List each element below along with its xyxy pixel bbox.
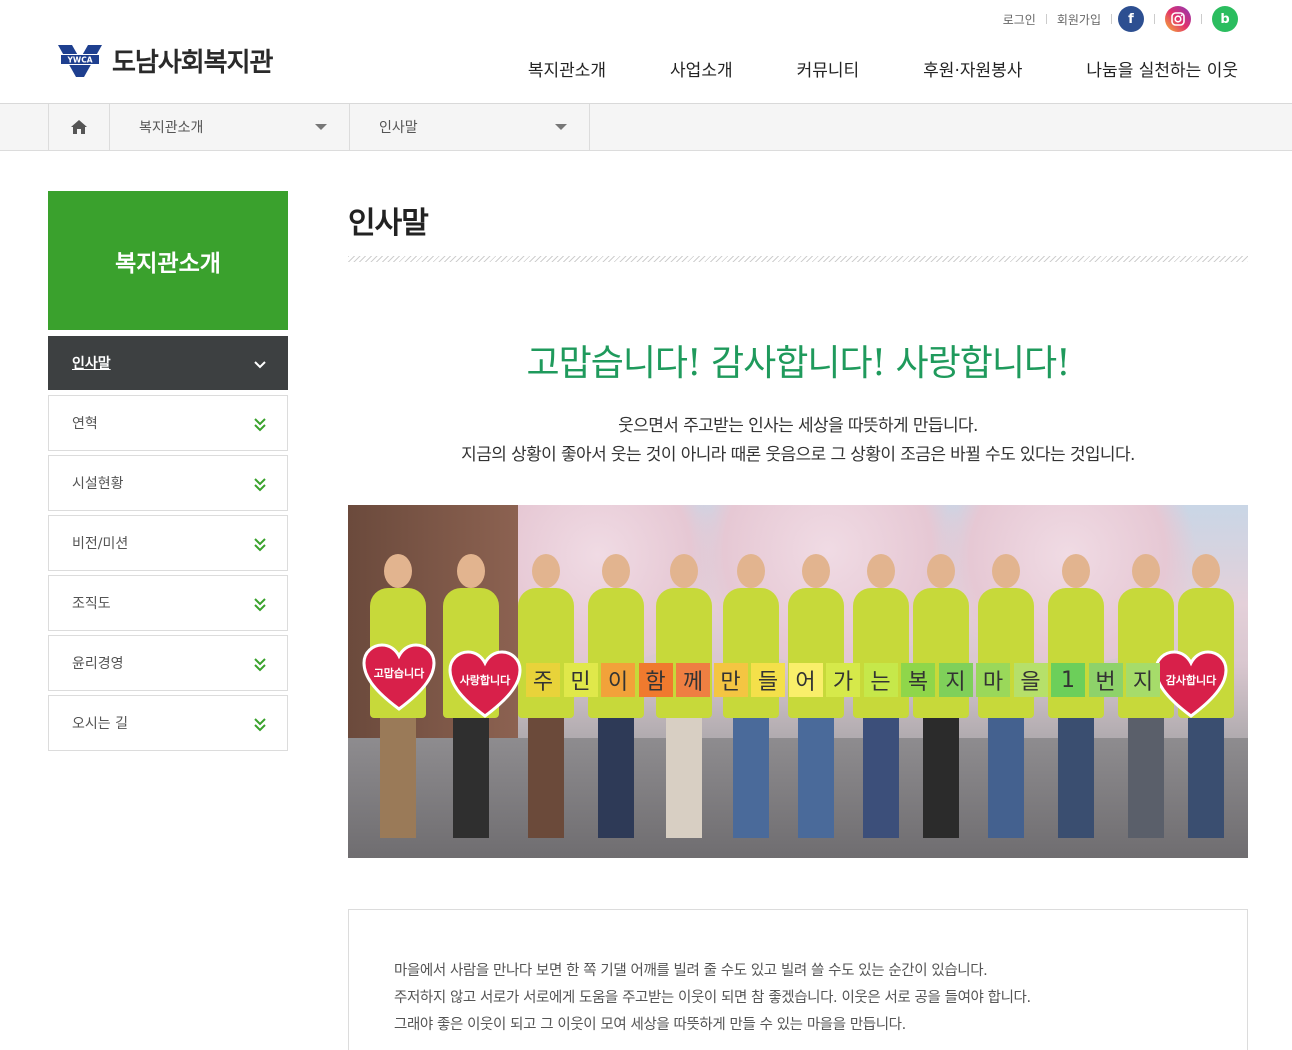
breadcrumb-level1-select[interactable]: 복지관소개 xyxy=(110,104,350,150)
join-link[interactable]: 회원가입 xyxy=(1047,11,1111,28)
staff-member xyxy=(853,554,909,838)
letter-card: 1 xyxy=(1051,663,1085,697)
nav-programs[interactable]: 사업소개 xyxy=(670,56,733,81)
sidebar-item-label: 오시는 길 xyxy=(72,716,128,732)
logo-mark-text: YWCA xyxy=(66,55,92,64)
login-link[interactable]: 로그인 xyxy=(993,11,1046,28)
page-title: 인사말 xyxy=(348,206,429,241)
double-chevron-down-icon xyxy=(254,538,266,552)
double-chevron-down-icon xyxy=(254,478,266,492)
site-name: 도남사회복지관 xyxy=(112,48,273,78)
home-icon[interactable] xyxy=(48,104,110,150)
heart-sign-right: 감사합니다 xyxy=(1154,650,1228,718)
staff-member xyxy=(588,554,644,838)
sidebar-item-vision[interactable]: 비전/미션 xyxy=(48,515,288,571)
sidebar-item-label: 비전/미션 xyxy=(72,536,129,552)
sidebar-item-greeting[interactable]: 인사말 xyxy=(48,336,288,390)
staff-member xyxy=(656,554,712,838)
svg-text:사랑합니다: 사랑합니다 xyxy=(460,673,511,687)
letter-card: 복 xyxy=(901,663,935,697)
divider xyxy=(1111,14,1112,24)
ywca-logo-icon: YWCA xyxy=(58,43,102,79)
nav-neighbors[interactable]: 나눔을 실천하는 이웃 xyxy=(1086,56,1238,81)
sidebar-item-facilities[interactable]: 시설현황 xyxy=(48,455,288,511)
sidebar-item-history[interactable]: 연혁 xyxy=(48,395,288,451)
double-chevron-down-icon xyxy=(254,718,266,732)
nav-about[interactable]: 복지관소개 xyxy=(528,56,606,81)
staff-member xyxy=(518,554,574,838)
letter-card: 어 xyxy=(788,663,823,697)
sidebar-item-directions[interactable]: 오시는 길 xyxy=(48,695,288,751)
staff-member xyxy=(788,554,844,838)
breadcrumb: 복지관소개 인사말 xyxy=(0,104,1292,151)
letter-card: 을 xyxy=(1013,663,1048,697)
sidebar-item-label: 조직도 xyxy=(72,596,111,612)
sidebar-item-label: 연혁 xyxy=(72,416,98,432)
sidebar-item-label: 시설현황 xyxy=(72,476,124,492)
greeting-subtitle-1: 웃으면서 주고받는 인사는 세상을 따뜻하게 만듭니다. xyxy=(618,416,978,436)
chevron-down-icon xyxy=(555,124,567,130)
letter-card: 주 xyxy=(526,663,560,697)
message-line-3: 그래야 좋은 이웃이 되고 그 이웃이 모여 세상을 따뜻하게 만들 수 있는 … xyxy=(394,1017,906,1033)
nav-support[interactable]: 후원·자원봉사 xyxy=(923,56,1022,81)
letter-card: 함 xyxy=(638,663,673,697)
staff-member xyxy=(723,554,779,838)
staff-member xyxy=(913,554,969,838)
letter-card: 께 xyxy=(676,663,710,697)
message-line-1: 마을에서 사람을 만나다 보면 한 쪽 기댈 어깨를 빌려 줄 수도 있고 빌려… xyxy=(394,963,988,979)
letter-card: 가 xyxy=(826,663,860,697)
staff-member xyxy=(978,554,1034,838)
greeting-subtitle-2: 지금의 상황이 좋아서 웃는 것이 아니라 때론 웃음으로 그 상황이 조금은 … xyxy=(461,445,1135,465)
staff-member xyxy=(370,554,426,838)
sidebar-item-label: 인사말 xyxy=(72,356,111,372)
greeting-headline: 고맙습니다! 감사합니다! 사랑합니다! xyxy=(526,343,1070,384)
letter-card: 이 xyxy=(601,663,635,697)
divider xyxy=(1201,14,1202,24)
heart-sign-left-2: 사랑합니다 xyxy=(448,650,522,718)
letter-card: 마 xyxy=(976,663,1010,697)
instagram-icon[interactable] xyxy=(1165,6,1191,32)
chevron-down-icon xyxy=(315,124,327,130)
sidebar-item-label: 윤리경영 xyxy=(72,656,124,672)
message-line-2: 주저하지 않고 서로가 서로에게 도움을 주고받는 이웃이 되면 참 좋겠습니다… xyxy=(394,990,1031,1006)
chevron-down-icon xyxy=(254,361,266,369)
site-logo[interactable]: YWCA 도남사회복지관 xyxy=(58,42,273,79)
double-chevron-down-icon xyxy=(254,598,266,612)
sidebar-title: 복지관소개 xyxy=(48,191,288,330)
svg-text:고맙습니다: 고맙습니다 xyxy=(374,666,425,680)
breadcrumb-level2-label: 인사말 xyxy=(379,120,418,136)
letter-card: 번 xyxy=(1088,663,1123,697)
divider xyxy=(1154,14,1155,24)
svg-text:감사합니다: 감사합니다 xyxy=(1166,673,1217,687)
heart-sign-left-1: 고맙습니다 xyxy=(362,643,436,711)
letter-card: 지 xyxy=(1126,663,1160,697)
site-header: YWCA 도남사회복지관 로그인 회원가입 f b 복지관소개 사업소개 커뮤니… xyxy=(0,0,1292,104)
breadcrumb-level1-label: 복지관소개 xyxy=(139,120,204,136)
double-chevron-down-icon xyxy=(254,418,266,432)
letter-card: 는 xyxy=(863,663,898,697)
breadcrumb-level2-select[interactable]: 인사말 xyxy=(350,104,590,150)
letter-card: 들 xyxy=(751,663,785,697)
staff-group-photo: 고맙습니다 사랑합니다 감사합니다 주민이함께만들어가는복지마을1번지 xyxy=(348,505,1248,858)
greeting-message-box: 마을에서 사람을 만나다 보면 한 쪽 기댈 어깨를 빌려 줄 수도 있고 빌려… xyxy=(348,909,1248,1050)
sidebar-item-ethics[interactable]: 윤리경영 xyxy=(48,635,288,691)
letter-card: 지 xyxy=(938,663,973,697)
nav-community[interactable]: 커뮤니티 xyxy=(797,56,860,81)
double-chevron-down-icon xyxy=(254,658,266,672)
staff-member xyxy=(1048,554,1104,838)
title-divider xyxy=(348,256,1248,262)
main-navigation: 복지관소개 사업소개 커뮤니티 후원·자원봉사 나눔을 실천하는 이웃 xyxy=(528,56,1238,81)
facebook-icon[interactable]: f xyxy=(1118,6,1144,32)
sidebar-item-organization[interactable]: 조직도 xyxy=(48,575,288,631)
band-icon[interactable]: b xyxy=(1212,6,1238,32)
utility-links: 로그인 회원가입 f b xyxy=(993,6,1238,32)
letter-card: 민 xyxy=(563,663,598,697)
letter-card: 만 xyxy=(713,663,748,697)
